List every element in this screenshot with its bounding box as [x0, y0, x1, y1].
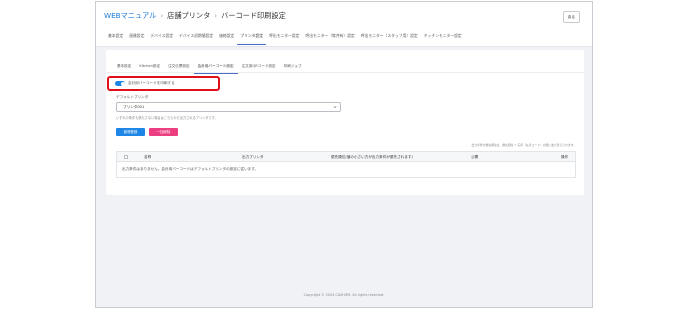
tab-call-monitor-shared[interactable]: 呼出モニター（席共有）設定	[302, 32, 357, 45]
tab-device-settings[interactable]: デバイス設定	[147, 32, 176, 45]
breadcrumb-manual-link[interactable]: WEBマニュアル	[104, 11, 156, 21]
chevron-right-icon: ›	[160, 12, 164, 20]
breadcrumb-current-page: バーコード印刷設定	[221, 11, 286, 20]
table-note: 出力条件の優先順位は、優先順位 ↑ 矢印（左手コード）の順に並び替えられます。	[471, 143, 576, 147]
tab-basic-settings[interactable]: 基本設定	[105, 32, 126, 45]
tab-device-default-settings[interactable]: デバイス初期値設定	[176, 32, 216, 45]
column-output-printer: 出力プリンタ	[242, 155, 264, 159]
output-conditions-table: 名称 出力プリンタ 優先順位(値の小さい方が出力条件が優先されます) 公開 操作…	[116, 151, 576, 178]
column-actions: 操作	[561, 155, 569, 159]
printer-hint: いずれの条件も満たさない場合はこちらから出力されるプリンタです。	[116, 116, 218, 120]
breadcrumb-store-printer[interactable]: 店舗プリンタ	[167, 11, 210, 21]
tab-call-monitor-staff[interactable]: 呼出モニター（スタッフ用）設定	[358, 32, 421, 45]
new-register-button[interactable]: 新規登録	[116, 128, 145, 136]
select-value: プリンタ001	[123, 105, 145, 109]
toggle-knob	[120, 81, 125, 86]
divider	[106, 72, 584, 73]
tab-image-settings[interactable]: 画像設定	[126, 32, 147, 45]
table-header: 名称 出力プリンタ 優先順位(値の小さい方が出力条件が優先されます) 公開 操作	[117, 152, 575, 162]
breadcrumb: WEBマニュアル › 店舗プリンタ › バーコード印刷設定	[104, 11, 286, 21]
chevron-right-icon: ›	[214, 12, 218, 20]
tab-call-monitor[interactable]: 呼出モニター設定	[266, 32, 302, 45]
print-barcode-toggle[interactable]	[115, 81, 125, 86]
default-printer-label: デフォルトプリンタ	[116, 95, 149, 99]
bulk-delete-button[interactable]: 一括削除	[149, 128, 178, 136]
default-printer-select[interactable]: プリンタ001	[116, 102, 341, 112]
back-button[interactable]: 戻る	[563, 11, 580, 23]
select-all-checkbox[interactable]	[124, 155, 128, 159]
tab-printer-settings[interactable]: プリンタ設定	[237, 32, 267, 45]
tab-kitchen-monitor[interactable]: キッチンモニター設定	[421, 32, 465, 45]
print-barcode-toggle-row: 会計用バーコードを印刷する	[115, 81, 175, 86]
column-name: 名称	[144, 155, 152, 159]
header: WEBマニュアル › 店舗プリンタ › バーコード印刷設定 戻る 基本設定 画像…	[96, 2, 592, 47]
app-window: WEBマニュアル › 店舗プリンタ › バーコード印刷設定 戻る 基本設定 画像…	[95, 1, 593, 308]
table-body: 出力条件はありません。会計用バーコードはデフォルトプリンタの設定に従います。	[117, 162, 575, 177]
column-public: 公開	[471, 155, 479, 159]
chevron-down-icon	[333, 106, 337, 109]
divider	[96, 46, 592, 47]
content-card: 基本設定 Kitchen設定 注文伝票設定 会計用バーコード設定 注文用QRコー…	[106, 50, 584, 195]
footer-copyright: Copyright © 2025 CASHIER. All rights res…	[303, 293, 385, 297]
toggle-label: 会計用バーコードを印刷する	[128, 81, 175, 85]
tab-price-settings[interactable]: 価格設定	[216, 32, 237, 45]
empty-message: 出力条件はありません。会計用バーコードはデフォルトプリンタの設定に従います。	[122, 167, 259, 171]
column-priority: 優先順位(値の小さい方が出力条件が優先されます)	[331, 155, 413, 159]
main-tabs: 基本設定 画像設定 デバイス設定 デバイス初期値設定 価格設定 プリンタ設定 呼…	[105, 32, 465, 45]
